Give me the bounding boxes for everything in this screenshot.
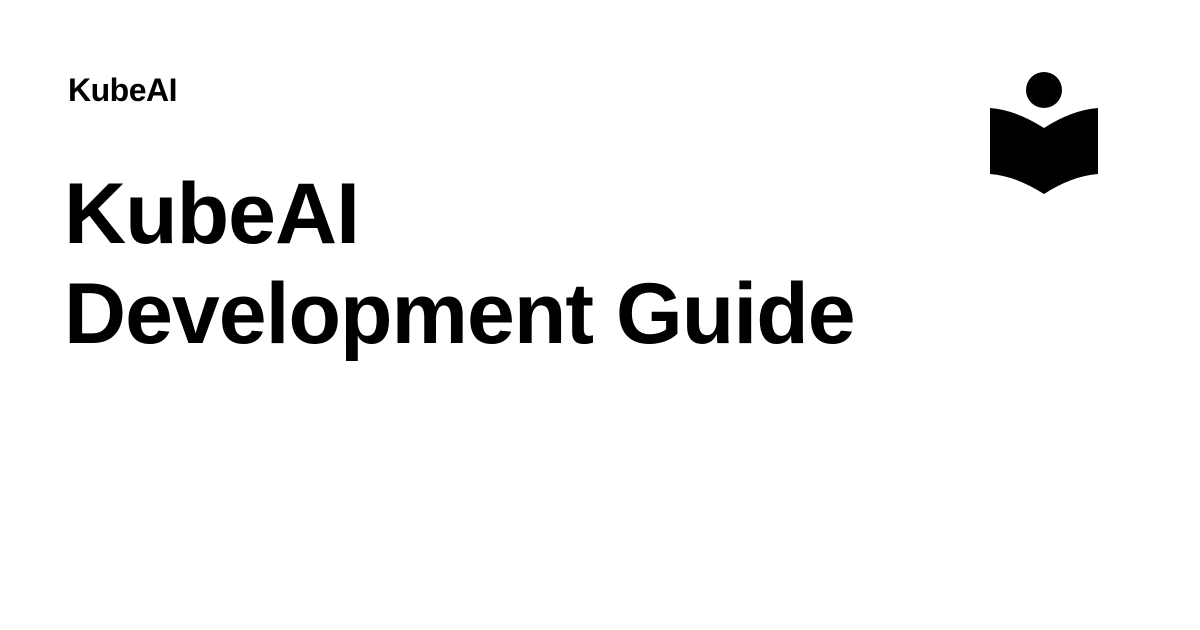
page-title-line-1: KubeAI <box>64 166 360 262</box>
open-book-reader-icon <box>988 70 1100 198</box>
site-name: KubeAI <box>68 72 178 108</box>
page-title-line-2: Development Guide <box>64 266 856 362</box>
page-title: KubeAI Development Guide <box>64 164 856 364</box>
